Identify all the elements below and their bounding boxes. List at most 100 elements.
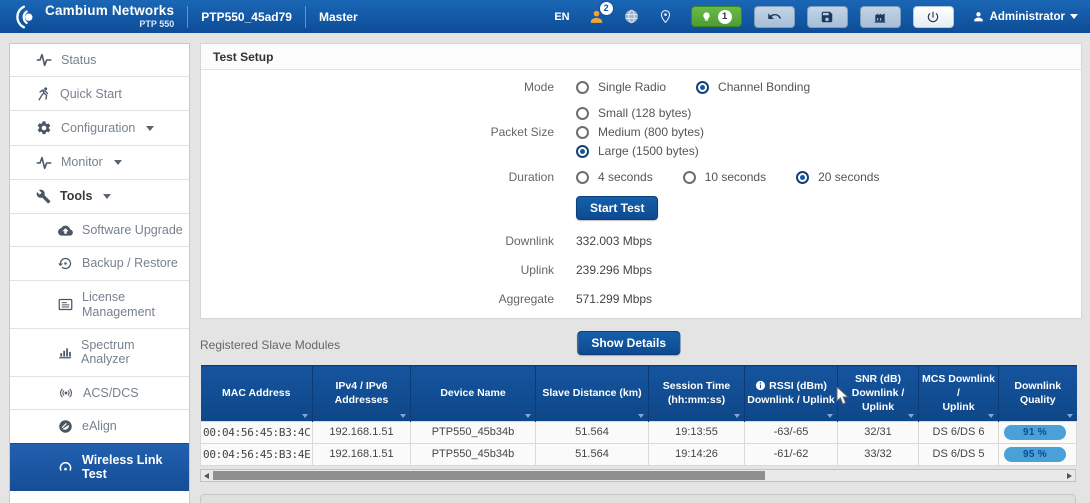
cell-mac: 00:04:56:45:B3:4E xyxy=(200,442,313,466)
col-header-mac-address[interactable]: MAC Address xyxy=(200,365,313,422)
table-row: 00:04:56:45:B3:4C 192.168.1.51 PTP550_45… xyxy=(200,420,1077,444)
cell-snr: 32/31 xyxy=(837,420,919,444)
device-name: PTP550_45ad79 xyxy=(201,9,292,24)
sort-caret-icon[interactable] xyxy=(734,413,740,418)
radio-circle[interactable] xyxy=(796,170,810,184)
revert-button[interactable] xyxy=(753,5,795,28)
sidebar-item-ealign[interactable]: eAlign xyxy=(10,409,189,443)
save-icon xyxy=(821,11,833,22)
table-horizontal-scrollbar[interactable] xyxy=(200,468,1076,482)
alerts-button[interactable]: 1 xyxy=(690,6,742,27)
factory-defaults-button[interactable] xyxy=(859,5,901,28)
radio-label: Channel Bonding xyxy=(718,80,811,94)
uplink-label: Uplink xyxy=(520,263,554,277)
sidebar-item-backup-restore[interactable]: Backup / Restore xyxy=(10,246,189,280)
col-header-slave-distance[interactable]: Slave Distance (km) xyxy=(535,365,649,422)
pulse-icon xyxy=(36,156,52,170)
location-button[interactable] xyxy=(658,8,673,25)
aggregate-label: Aggregate xyxy=(498,292,554,306)
cell-rssi: -61/-62 xyxy=(744,442,838,466)
radio-single-radio[interactable]: Single Radio xyxy=(576,80,666,94)
radio-duration-10s[interactable]: 10 seconds xyxy=(682,170,766,184)
radio-duration-20s[interactable]: 20 seconds xyxy=(796,170,879,184)
sidebar-item-wireless-link-test[interactable]: Wireless Link Test xyxy=(10,443,189,491)
web-link[interactable] xyxy=(623,8,640,25)
license-icon xyxy=(58,298,73,311)
radio-packet-small[interactable]: Small (128 bytes) xyxy=(576,106,691,120)
radio-circle[interactable] xyxy=(696,80,710,94)
reboot-button[interactable] xyxy=(912,5,954,28)
sidebar-item-label: Monitor xyxy=(61,155,103,170)
radio-circle[interactable] xyxy=(576,170,589,184)
info-icon[interactable] xyxy=(755,380,766,391)
sidebar-item-label: Status xyxy=(61,53,97,67)
header-divider xyxy=(304,5,306,28)
sidebar-item-software-upgrade[interactable]: Software Upgrade xyxy=(10,212,189,246)
device-role: Master xyxy=(318,9,358,24)
sort-caret-icon[interactable] xyxy=(525,413,531,418)
mode-label: Mode xyxy=(523,80,554,94)
col-header-device-name[interactable]: Device Name xyxy=(410,365,536,422)
user-sessions-indicator[interactable]: 2 xyxy=(588,2,613,25)
user-sessions-badge: 2 xyxy=(599,2,613,15)
scroll-right-arrow-icon[interactable] xyxy=(1067,472,1072,479)
sort-caret-icon[interactable] xyxy=(302,413,308,418)
radio-circle[interactable] xyxy=(576,106,589,120)
col-header-downlink-quality[interactable]: Downlink Quality xyxy=(998,365,1077,422)
cell-device-name[interactable]: PTP550_45b34b xyxy=(410,420,536,444)
col-header-session-time[interactable]: Session Time (hh:mm:ss) xyxy=(648,365,745,422)
sidebar-item-tools[interactable]: Tools xyxy=(10,178,189,213)
cell-session-time: 19:13:55 xyxy=(648,420,745,444)
sidebar-item-label: Tools xyxy=(60,189,93,204)
radio-circle[interactable] xyxy=(576,144,589,158)
radio-channel-bonding[interactable]: Channel Bonding xyxy=(696,80,810,94)
sort-caret-icon[interactable] xyxy=(908,413,914,418)
sort-caret-icon[interactable] xyxy=(400,413,406,418)
radio-packet-large[interactable]: Large (1500 bytes) xyxy=(576,144,699,158)
sidebar-item-license-management[interactable]: License Management xyxy=(10,280,189,328)
cell-device-name[interactable]: PTP550_45b34b xyxy=(410,442,536,466)
radio-circle[interactable] xyxy=(682,170,696,184)
col-header-ip-addresses[interactable]: IPv4 / IPv6 Addresses xyxy=(312,365,411,422)
sort-caret-icon[interactable] xyxy=(988,413,994,418)
mode-row: Mode Single Radio Channel Bonding xyxy=(201,80,1081,94)
col-header-snr[interactable]: SNR (dB) Downlink / Uplink xyxy=(837,365,919,422)
cambium-logo-icon xyxy=(16,5,33,28)
user-menu[interactable]: Administrator xyxy=(972,10,1078,23)
wrench-icon xyxy=(36,189,51,204)
sidebar-item-quick-start[interactable]: Quick Start xyxy=(10,76,189,110)
quality-badge: 91 % xyxy=(1004,424,1066,440)
start-test-button[interactable]: Start Test xyxy=(576,196,659,220)
gear-icon xyxy=(36,120,52,136)
radio-duration-4s[interactable]: 4 seconds xyxy=(576,170,653,184)
slave-modules-title: Registered Slave Modules xyxy=(200,337,341,352)
duration-label: Duration xyxy=(508,170,554,184)
radio-label: 20 seconds xyxy=(818,170,880,184)
downlink-value: 332.003 Mbps xyxy=(576,234,653,248)
language-selector[interactable]: EN xyxy=(554,11,569,23)
col-header-mcs[interactable]: MCS Downlink / Uplink xyxy=(918,365,999,422)
show-details-button[interactable]: Show Details xyxy=(577,331,681,355)
sidebar-item-label: Quick Start xyxy=(60,86,122,101)
cell-snr: 33/32 xyxy=(837,442,919,466)
save-button[interactable] xyxy=(806,5,848,28)
radio-packet-medium[interactable]: Medium (800 bytes) xyxy=(576,125,704,139)
sidebar-item-configuration[interactable]: Configuration xyxy=(10,110,189,145)
scroll-left-arrow-icon[interactable] xyxy=(204,472,209,479)
sort-caret-icon[interactable] xyxy=(638,413,644,418)
sidebar-item-monitor[interactable]: Monitor xyxy=(10,145,189,178)
aggregate-result-row: Aggregate 571.299 Mbps xyxy=(201,292,1081,306)
globe-icon xyxy=(624,9,638,24)
cell-rssi: -63/-65 xyxy=(744,420,838,444)
scrollbar-thumb[interactable] xyxy=(213,470,765,480)
sidebar-item-acs-dcs[interactable]: ACS/DCS xyxy=(10,375,189,409)
sidebar-item-label: ACS/DCS xyxy=(83,385,139,400)
radio-circle[interactable] xyxy=(576,125,589,139)
col-header-rssi[interactable]: RSSI (dBm) Downlink / Uplink xyxy=(744,365,838,422)
sort-caret-icon[interactable] xyxy=(827,413,833,418)
sidebar-item-status[interactable]: Status xyxy=(10,44,189,76)
sidebar-item-spectrum-analyzer[interactable]: Spectrum Analyzer xyxy=(10,327,189,376)
radio-circle[interactable] xyxy=(576,80,589,94)
admin-user-icon xyxy=(973,12,983,22)
sort-caret-icon[interactable] xyxy=(1066,413,1073,418)
